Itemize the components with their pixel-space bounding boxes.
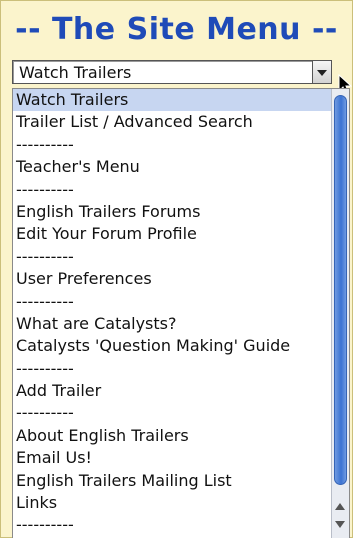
menu-option[interactable]: Trailer List / Advanced Search (13, 111, 332, 133)
menu-separator[interactable]: ---------- (13, 402, 332, 424)
menu-option[interactable]: Links (13, 492, 332, 514)
select-current-value: Watch Trailers (19, 63, 132, 82)
chevron-down-icon (317, 70, 327, 76)
site-menu-select[interactable]: Watch Trailers (12, 60, 332, 84)
scrollbar-thumb[interactable] (334, 95, 347, 485)
menu-option[interactable]: Add Trailer (13, 380, 332, 402)
menu-separator[interactable]: ---------- (13, 514, 332, 536)
scrollbar[interactable] (331, 89, 349, 538)
menu-separator[interactable]: ---------- (13, 134, 332, 156)
scroll-up-arrow-icon[interactable] (335, 503, 345, 510)
scroll-down-arrow-icon[interactable] (335, 521, 345, 528)
menu-option[interactable]: Edit Your Forum Profile (13, 223, 332, 245)
menu-option[interactable]: English Trailers Mailing List (13, 470, 332, 492)
dropdown-list[interactable]: Watch Trailers Trailer List / Advanced Se… (12, 88, 350, 538)
menu-option[interactable]: Teacher's Menu (13, 156, 332, 178)
menu-option[interactable]: Email Us! (13, 447, 332, 469)
menu-option[interactable]: User Preferences (13, 268, 332, 290)
menu-separator[interactable]: ---------- (13, 358, 332, 380)
menu-option[interactable]: About English Trailers (13, 425, 332, 447)
menu-title: -- The Site Menu -- (15, 12, 338, 47)
menu-separator[interactable]: ---------- (13, 291, 332, 313)
menu-separator[interactable]: ---------- (13, 179, 332, 201)
menu-option[interactable]: English Trailers Forums (13, 201, 332, 223)
menu-option[interactable]: Catalysts 'Question Making' Guide (13, 335, 332, 357)
options-list: Watch Trailers Trailer List / Advanced Se… (13, 89, 332, 537)
dropdown-arrow-button[interactable] (312, 60, 332, 84)
menu-separator[interactable]: ---------- (13, 246, 332, 268)
menu-option[interactable]: Watch Trailers (13, 89, 332, 112)
menu-option[interactable]: What are Catalysts? (13, 313, 332, 335)
